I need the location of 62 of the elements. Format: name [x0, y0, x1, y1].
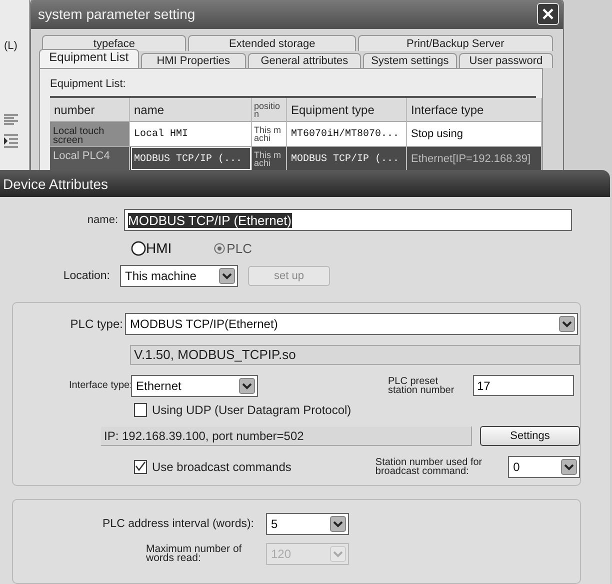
table-cell[interactable]: Local HMI	[130, 121, 252, 146]
version-field: V.1.50, MODBUS_TCPIP.so	[130, 344, 580, 365]
tab[interactable]: System settings	[362, 53, 457, 68]
field-label: name:	[86, 214, 119, 226]
checkbox-label: Using UDP (User Datagram Protocol)	[152, 402, 352, 417]
table-cell[interactable]: Stop using	[407, 121, 542, 146]
radio-button[interactable]	[131, 240, 146, 256]
field-label: PLC type:	[69, 316, 124, 331]
tab[interactable]: HMI Properties	[140, 53, 246, 68]
field-label: Maximum number of words read:	[146, 545, 243, 564]
column-header[interactable]: name	[130, 98, 252, 121]
tab[interactable]: Extended storage	[188, 35, 356, 51]
checkbox-label: Use broadcast commands	[152, 460, 292, 474]
caret-icon	[330, 546, 346, 562]
indent-icon[interactable]	[4, 134, 18, 148]
field-label: PLC address interval (words):	[102, 518, 255, 530]
table-cell[interactable]: Local touch screen	[50, 121, 130, 146]
field-label: Location:	[62, 270, 111, 282]
checkbox[interactable]	[134, 402, 147, 417]
field-label: Interface type:	[69, 381, 134, 390]
close-icon[interactable]	[537, 3, 559, 25]
field-label: Station number used for broadcast command:	[375, 458, 484, 476]
tab[interactable]: typeface	[42, 35, 186, 51]
column-header[interactable]: number	[50, 98, 130, 121]
field-label: PLC preset station number	[388, 376, 456, 395]
dropdown[interactable]: Ethernet	[131, 374, 258, 397]
settings-button[interactable]: Settings	[480, 426, 580, 446]
caret-icon	[239, 378, 255, 394]
dropdown[interactable]: 0	[508, 456, 580, 478]
column-header[interactable]: Interface type	[407, 98, 542, 121]
list-label: Equipment List:	[50, 78, 127, 90]
table-cell[interactable]: Ethernet[IP=192.168.39]	[407, 146, 542, 171]
name-field[interactable]: MODBUS TCP/IP (Ethernet)	[124, 209, 572, 231]
window-title: system parameter setting	[38, 6, 196, 22]
radio-button[interactable]	[214, 242, 225, 254]
tab[interactable]: General attributes	[248, 53, 361, 68]
tab[interactable]: Print/Backup Server	[358, 35, 554, 51]
window-title: Device Attributes	[3, 176, 108, 192]
table-cell[interactable]: This machi	[252, 121, 287, 146]
caret-icon	[330, 516, 346, 532]
column-header[interactable]: Equipment type	[287, 98, 407, 121]
dropdown[interactable]: This machine	[120, 264, 238, 287]
table-cell[interactable]: This machi	[252, 146, 287, 171]
table-cell[interactable]: MODBUS TCP/IP (...	[287, 146, 407, 171]
column-header[interactable]: position	[252, 98, 287, 121]
table-cell[interactable]: Local PLC4	[50, 146, 130, 171]
dropdown[interactable]: MODBUS TCP/IP(Ethernet)	[125, 312, 578, 335]
checkbox[interactable]	[134, 460, 147, 474]
caret-icon	[561, 458, 577, 475]
table-cell[interactable]: MODBUS TCP/IP (...	[130, 146, 252, 171]
radio-label: HMI	[146, 240, 172, 256]
align-icon[interactable]	[4, 114, 18, 126]
tab[interactable]: User password	[458, 53, 553, 68]
radio-label: PLC	[226, 240, 252, 256]
table-cell[interactable]: MT6070iH/MT8070...	[287, 121, 407, 146]
ip-field: IP: 192.168.39.100, port number=502	[101, 426, 472, 446]
caret-icon	[219, 268, 235, 284]
tab[interactable]: Equipment List	[39, 49, 139, 68]
menu-text[interactable]: (L)	[4, 40, 29, 52]
caret-icon	[559, 316, 575, 332]
station-field[interactable]: 17	[473, 375, 574, 396]
dropdown[interactable]: 5	[266, 513, 349, 536]
